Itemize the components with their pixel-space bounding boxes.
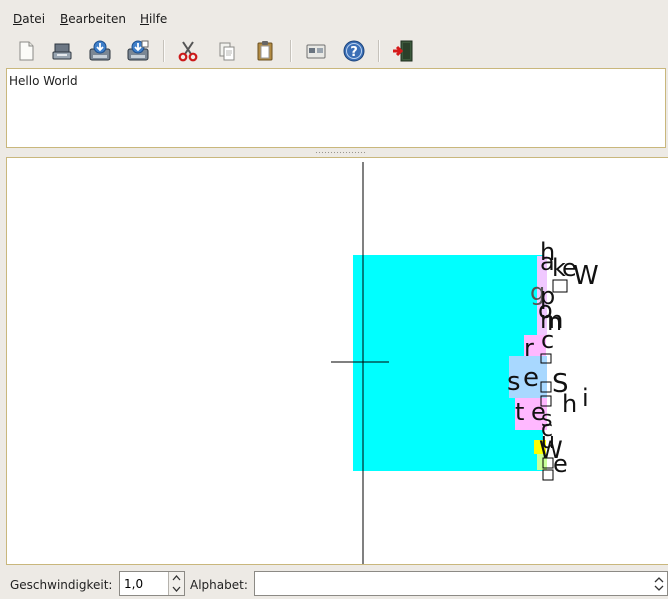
cut-button[interactable] <box>175 38 201 64</box>
toolbar-separator <box>163 40 165 62</box>
spin-buttons <box>168 572 184 595</box>
menu-datei-label: atei <box>22 12 46 26</box>
paste-icon <box>257 41 273 61</box>
copy-button[interactable] <box>214 38 240 64</box>
node-letter: s <box>507 367 521 397</box>
save-button[interactable] <box>87 38 113 64</box>
editor-text: Hello World <box>9 74 78 88</box>
save-as-icon <box>127 40 149 61</box>
combo-updown-icon <box>654 577 664 591</box>
menu-datei-mnemonic: D <box>13 12 23 26</box>
menu-bearbeiten-mnemonic: B <box>60 12 69 26</box>
spin-up-button[interactable] <box>169 572 184 583</box>
save-as-button[interactable] <box>125 38 151 64</box>
menu-datei[interactable]: Datei <box>13 12 45 26</box>
help-icon: ? <box>343 40 365 62</box>
chevron-down-icon <box>172 586 181 592</box>
new-icon <box>19 41 34 61</box>
quit-button[interactable] <box>390 38 416 64</box>
toolbar-separator <box>290 40 292 62</box>
svg-text:?: ? <box>350 45 358 60</box>
node-letter: W <box>573 261 599 291</box>
toolbar: ? <box>0 34 668 68</box>
speed-label: Geschwindigkeit: <box>10 578 113 592</box>
alphabet-combobox[interactable] <box>254 571 668 596</box>
alphabet-label: Alphabet: <box>190 578 248 592</box>
speed-input[interactable] <box>122 575 170 592</box>
dasher-canvas-drawing: h a k e W g p o m n r c s e S h i t e s … <box>331 162 599 564</box>
node-letter: i <box>582 384 589 412</box>
properties-button[interactable] <box>303 38 329 64</box>
node-letter: r <box>524 334 534 362</box>
properties-icon <box>306 44 326 59</box>
save-icon <box>89 40 111 61</box>
menu-hilfe-label: ilfe <box>149 12 168 26</box>
chevron-up-icon <box>172 574 181 580</box>
dasher-canvas[interactable]: h a k e W g p o m n r c s e S h i t e s … <box>6 157 668 565</box>
node-letter: t <box>515 398 524 426</box>
menu-bearbeiten-label: earbeiten <box>68 12 126 26</box>
cut-icon <box>178 41 198 62</box>
open-icon <box>52 43 72 60</box>
new-button[interactable] <box>13 38 39 64</box>
text-editor[interactable]: Hello World <box>6 68 666 148</box>
menu-bar: Datei Bearbeiten Hilfe <box>0 0 668 34</box>
pane-splitter-handle[interactable] <box>315 151 367 155</box>
help-button[interactable]: ? <box>341 38 367 64</box>
node-outline <box>542 469 554 481</box>
copy-icon <box>219 42 235 61</box>
menu-hilfe[interactable]: Hilfe <box>140 12 167 26</box>
paste-button[interactable] <box>252 38 278 64</box>
open-button[interactable] <box>49 38 75 64</box>
node-letter: c <box>541 326 554 354</box>
toolbar-separator <box>378 40 380 62</box>
spin-down-button[interactable] <box>169 583 184 594</box>
node-letter: e <box>523 363 539 393</box>
quit-icon <box>393 40 413 62</box>
menu-hilfe-mnemonic: H <box>140 12 150 26</box>
menu-bearbeiten[interactable]: Bearbeiten <box>60 12 126 26</box>
node-letter: e <box>553 450 568 478</box>
speed-spinbutton[interactable] <box>119 571 185 596</box>
node-letter: h <box>562 390 577 418</box>
